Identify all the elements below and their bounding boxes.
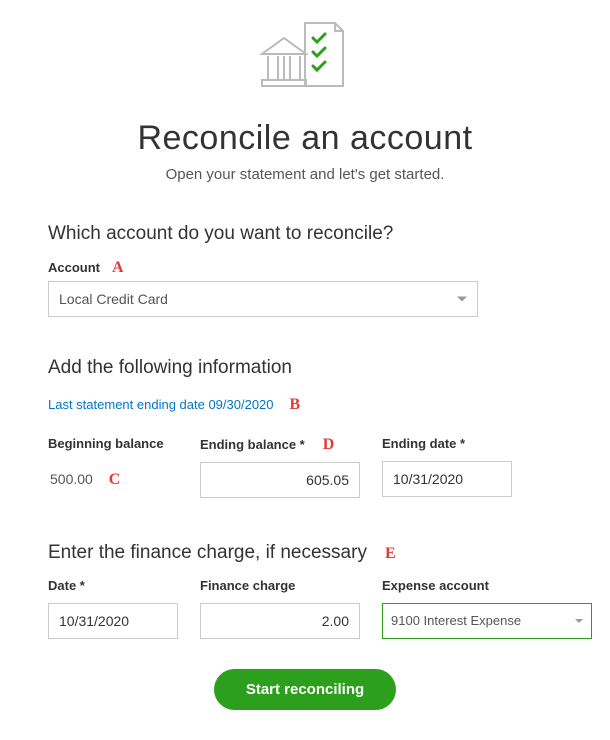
annotation-b: B — [290, 396, 301, 414]
account-select-value: Local Credit Card — [59, 291, 168, 307]
finance-charge-label: Finance charge — [200, 578, 360, 593]
annotation-a: A — [112, 259, 124, 277]
info-heading: Add the following information — [48, 357, 562, 379]
reconcile-icon — [250, 20, 360, 100]
account-label: Account — [48, 260, 100, 275]
finance-date-label: Date * — [48, 578, 178, 593]
finance-heading: Enter the finance charge, if necessary — [48, 542, 367, 564]
beginning-balance-label: Beginning balance — [48, 436, 178, 451]
account-select[interactable]: Local Credit Card — [48, 281, 478, 317]
account-question: Which account do you want to reconcile? — [48, 223, 562, 245]
finance-charge-input[interactable] — [200, 603, 360, 639]
ending-date-label: Ending date * — [382, 436, 512, 451]
ending-date-input[interactable] — [382, 461, 512, 497]
last-statement-link[interactable]: Last statement ending date 09/30/2020 — [48, 397, 274, 412]
ending-balance-input[interactable] — [200, 462, 360, 498]
ending-balance-label: Ending balance * — [200, 437, 305, 452]
beginning-balance-value: 500.00 — [50, 471, 93, 487]
annotation-d: D — [323, 436, 335, 454]
annotation-c: C — [109, 471, 121, 488]
start-reconciling-button[interactable]: Start reconciling — [214, 669, 396, 710]
chevron-down-icon — [457, 297, 467, 302]
hero: Reconcile an account Open your statement… — [48, 20, 562, 183]
page-subtitle: Open your statement and let's get starte… — [48, 166, 562, 183]
finance-date-input[interactable] — [48, 603, 178, 639]
expense-account-label: Expense account — [382, 578, 592, 593]
expense-account-value: 9100 Interest Expense — [391, 613, 521, 628]
chevron-down-icon — [575, 619, 583, 623]
expense-account-select[interactable]: 9100 Interest Expense — [382, 603, 592, 639]
annotation-e: E — [385, 545, 396, 563]
page-title: Reconcile an account — [48, 119, 562, 158]
